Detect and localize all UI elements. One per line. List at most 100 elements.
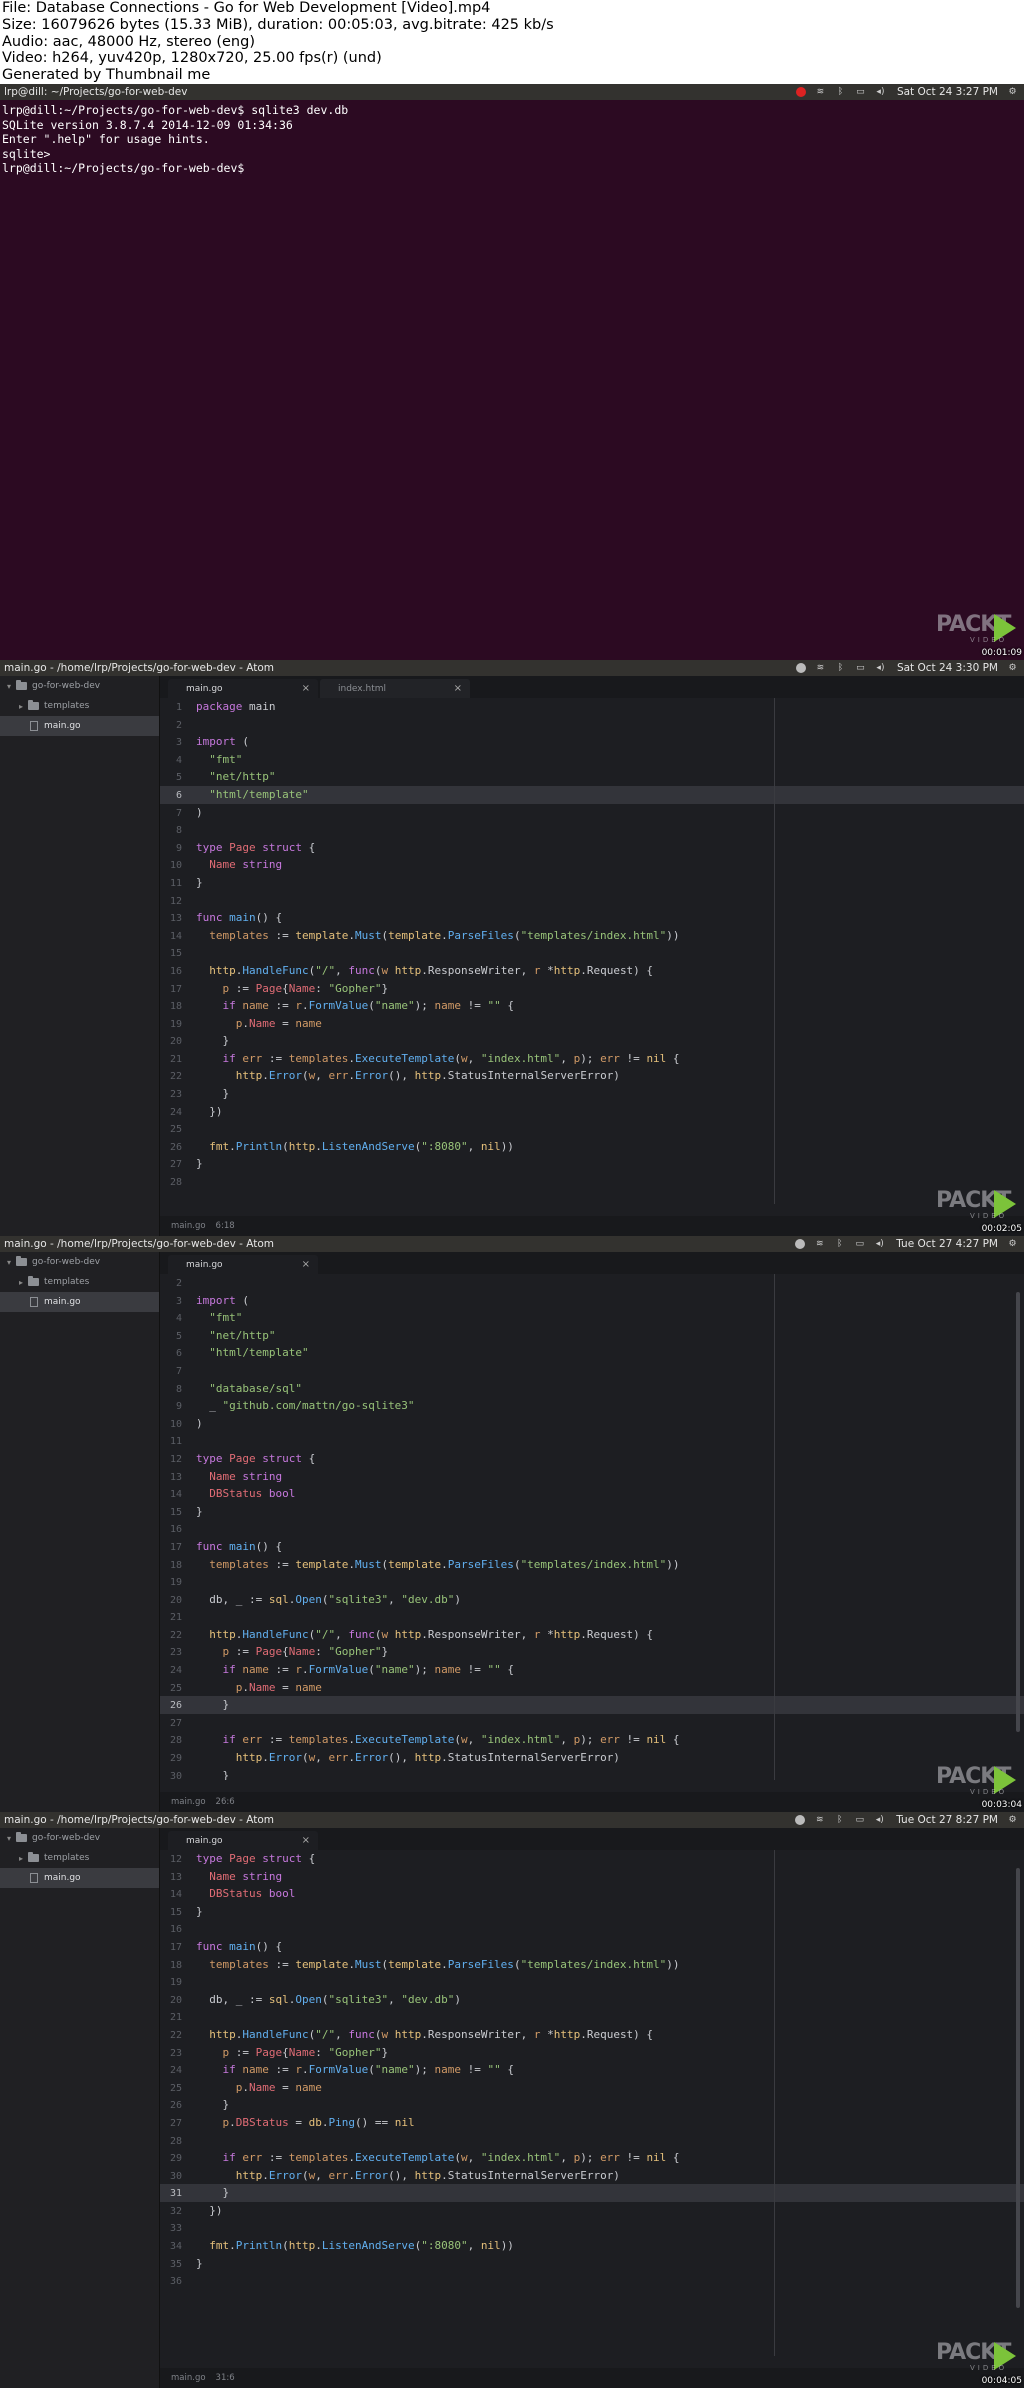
code-text: http.Error(w, err.Error(), http.StatusIn… xyxy=(235,1069,620,1083)
record-indicator-icon[interactable] xyxy=(795,87,806,97)
wifi-icon[interactable]: ≋ xyxy=(814,1815,825,1825)
tree-item-templates[interactable]: ▸ templates xyxy=(0,1272,159,1292)
clock[interactable]: Tue Oct 27 8:27 PM xyxy=(896,1814,998,1826)
status-bar: main.go 6:18 xyxy=(160,1216,1024,1236)
code-line: 21 xyxy=(160,2008,1024,2026)
tree-view: ▾ go-for-web-dev ▸ templates main.go xyxy=(0,676,160,1236)
line-number: 10 xyxy=(169,1418,182,1430)
gear-icon[interactable]: ⚙ xyxy=(1007,1239,1018,1249)
wrap-guide xyxy=(774,1850,775,2356)
clock[interactable]: Tue Oct 27 4:27 PM xyxy=(896,1238,998,1250)
code-line: 34 fmt.Println(http.ListenAndServe(":808… xyxy=(160,2237,1024,2255)
gear-icon[interactable]: ⚙ xyxy=(1007,87,1018,97)
record-indicator-icon[interactable] xyxy=(795,1239,806,1249)
battery-icon[interactable]: ▭ xyxy=(855,87,866,97)
tab-bar: main.go × xyxy=(160,1828,1024,1850)
clock[interactable]: Sat Oct 24 3:27 PM xyxy=(897,86,998,98)
wifi-icon[interactable]: ≋ xyxy=(814,1239,825,1249)
status-file[interactable]: main.go xyxy=(171,2373,206,2383)
close-icon[interactable]: × xyxy=(302,1259,310,1270)
volume-icon[interactable]: ◂) xyxy=(875,663,886,673)
line-number: 21 xyxy=(169,1053,182,1065)
gear-icon[interactable]: ⚙ xyxy=(1007,1815,1018,1825)
line-number: 15 xyxy=(169,1506,182,1518)
code-text: if err := templates.ExecuteTemplate(w, "… xyxy=(222,1733,680,1747)
code-text: http.Error(w, err.Error(), http.StatusIn… xyxy=(235,1751,620,1765)
code-line: 26 fmt.Println(http.ListenAndServe(":808… xyxy=(160,1138,1024,1156)
line-number: 7 xyxy=(175,1365,182,1377)
tree-item-templates[interactable]: ▸ templates xyxy=(0,696,159,716)
bluetooth-icon[interactable]: ᛒ xyxy=(835,663,846,673)
code-line: 33 xyxy=(160,2219,1024,2237)
status-file[interactable]: main.go xyxy=(171,1797,206,1807)
code-text: "net/http" xyxy=(209,1328,276,1342)
line-number: 28 xyxy=(169,2135,182,2147)
code-text: "fmt" xyxy=(209,1311,243,1325)
vertical-scrollbar[interactable] xyxy=(1016,1868,1020,2308)
status-cursor-position[interactable]: 6:18 xyxy=(216,1221,235,1231)
code-line: 13 func main() { xyxy=(160,909,1024,927)
tree-item-project[interactable]: ▾ go-for-web-dev xyxy=(0,1252,159,1272)
code-text: } xyxy=(196,1904,203,1918)
code-editor[interactable]: 2 3 import (4 "fmt" 5 "net/http" 6 "html/tem… xyxy=(160,1274,1024,1780)
tree-item-main-go[interactable]: main.go xyxy=(0,1868,159,1888)
tree-item-main-go[interactable]: main.go xyxy=(0,1292,159,1312)
wifi-icon[interactable]: ≋ xyxy=(815,663,826,673)
code-line: 8 xyxy=(160,821,1024,839)
folder-icon xyxy=(28,1276,39,1286)
gear-icon[interactable]: ⚙ xyxy=(1007,663,1018,673)
vertical-scrollbar[interactable] xyxy=(1016,1292,1020,1732)
battery-icon[interactable]: ▭ xyxy=(854,1815,865,1825)
status-file[interactable]: main.go xyxy=(171,1221,206,1231)
tab-bar: main.go × index.html × xyxy=(160,676,1024,698)
close-icon[interactable]: × xyxy=(302,683,310,694)
line-number: 10 xyxy=(169,860,182,872)
tree-item-templates[interactable]: ▸ templates xyxy=(0,1848,159,1868)
tab-bar: main.go × xyxy=(160,1252,1024,1274)
terminal-output[interactable]: lrp@dill:~/Projects/go-for-web-dev$ sqli… xyxy=(0,100,1024,660)
status-cursor-position[interactable]: 26:6 xyxy=(216,1797,235,1807)
code-line: 12 type Page struct { xyxy=(160,1450,1024,1468)
bluetooth-icon[interactable]: ᛒ xyxy=(835,87,846,97)
close-icon[interactable]: × xyxy=(454,683,462,694)
status-cursor-position[interactable]: 31:6 xyxy=(216,2373,235,2383)
volume-icon[interactable]: ◂) xyxy=(874,1815,885,1825)
code-editor[interactable]: 1 package main 2 3 import (4 "fmt" 5 "net/htt… xyxy=(160,698,1024,1204)
tree-item-project[interactable]: ▾ go-for-web-dev xyxy=(0,676,159,696)
line-number: 26 xyxy=(169,1700,182,1712)
code-line: 30 http.Error(w, err.Error(), http.Statu… xyxy=(160,2167,1024,2185)
code-text: DBStatus bool xyxy=(209,1487,296,1501)
tree-item-main-go[interactable]: main.go xyxy=(0,716,159,736)
bluetooth-icon[interactable]: ᛒ xyxy=(834,1239,845,1249)
code-text: p := Page{Name: "Gopher"} xyxy=(222,1645,389,1659)
volume-icon[interactable]: ◂) xyxy=(875,87,886,97)
close-icon[interactable]: × xyxy=(302,1835,310,1846)
tab-index-html[interactable]: index.html × xyxy=(320,679,470,698)
battery-icon[interactable]: ▭ xyxy=(854,1239,865,1249)
line-number: 11 xyxy=(169,877,182,889)
line-number: 26 xyxy=(169,2100,182,2112)
code-editor[interactable]: 12 type Page struct {13 Name string 14 DBS… xyxy=(160,1850,1024,2356)
tab-main-go[interactable]: main.go × xyxy=(168,1831,318,1850)
folder-icon xyxy=(16,1256,27,1266)
line-number: 22 xyxy=(169,1629,182,1641)
code-line: 17 func main() { xyxy=(160,1538,1024,1556)
code-text: if err := templates.ExecuteTemplate(w, "… xyxy=(222,2151,680,2165)
wifi-icon[interactable]: ≋ xyxy=(815,87,826,97)
line-number: 19 xyxy=(169,1577,182,1589)
frame-atom-editor: main.go - /home/lrp/Projects/go-for-web-… xyxy=(0,1812,1024,2388)
terminal-line: SQLite version 3.8.7.4 2014-12-09 01:34:… xyxy=(2,117,293,132)
record-indicator-icon[interactable] xyxy=(795,1815,806,1825)
tree-item-project[interactable]: ▾ go-for-web-dev xyxy=(0,1828,159,1848)
code-text: ) xyxy=(196,805,203,819)
record-indicator-icon[interactable] xyxy=(795,663,806,673)
bluetooth-icon[interactable]: ᛒ xyxy=(834,1815,845,1825)
code-line: 18 templates := template.Must(template.P… xyxy=(160,1956,1024,1974)
folder-icon xyxy=(16,1832,27,1842)
battery-icon[interactable]: ▭ xyxy=(855,663,866,673)
clock[interactable]: Sat Oct 24 3:30 PM xyxy=(897,662,998,674)
code-line: 30 } xyxy=(160,1767,1024,1780)
tab-main-go[interactable]: main.go × xyxy=(168,1255,318,1274)
volume-icon[interactable]: ◂) xyxy=(874,1239,885,1249)
tab-main-go[interactable]: main.go × xyxy=(168,679,318,698)
